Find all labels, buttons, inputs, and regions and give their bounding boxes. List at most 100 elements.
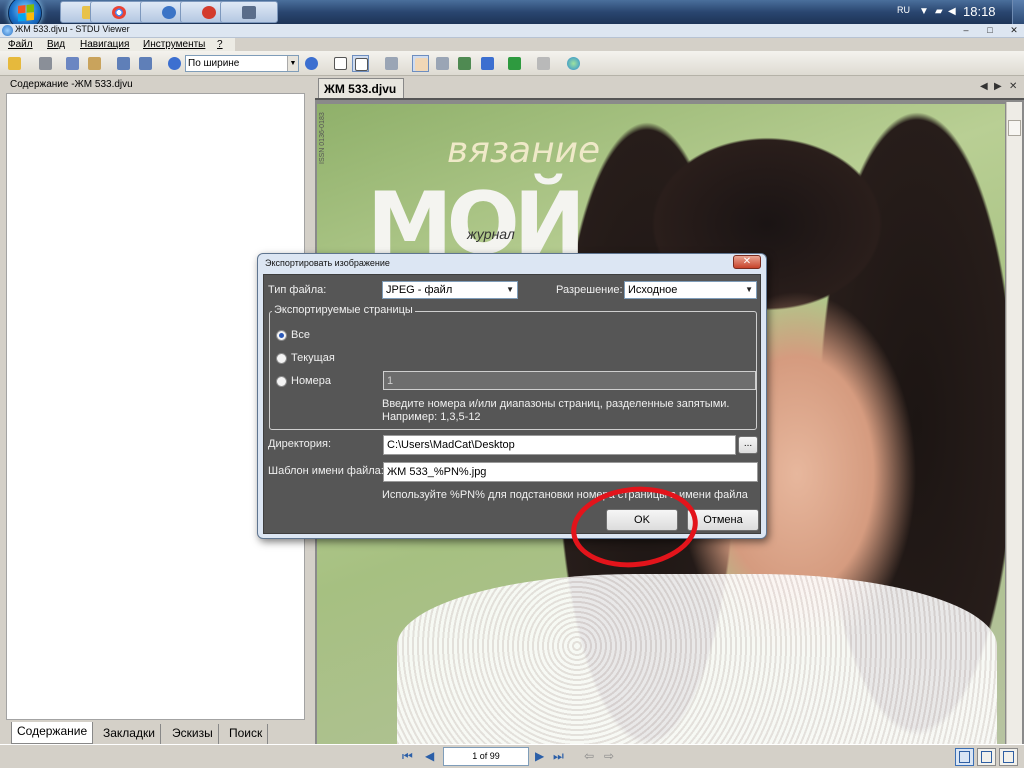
zoom-select[interactable]: По ширине ▼: [185, 55, 299, 72]
crop-icon: [436, 57, 449, 70]
close-button[interactable]: ✕: [1006, 25, 1022, 36]
document-tab-bar: ЖМ 533.djvu ◀ ▶ ✕: [309, 76, 1024, 98]
sync-button[interactable]: [506, 55, 523, 72]
vertical-scrollbar[interactable]: [1006, 102, 1022, 744]
tab-bookmarks[interactable]: Закладки: [98, 724, 161, 744]
dialog-close-button[interactable]: ✕: [733, 255, 761, 269]
radio-all-label[interactable]: Все: [291, 329, 310, 341]
rotate-left-button[interactable]: [115, 55, 132, 72]
previous-page-icon[interactable]: ◀: [425, 749, 434, 763]
clock[interactable]: 18:18: [963, 4, 996, 19]
menu-tools[interactable]: Инструменты: [143, 38, 205, 51]
contents-panel-title: Содержание -ЖМ 533.djvu: [10, 79, 133, 90]
copy-icon: [537, 57, 550, 70]
tab-scroll-right-icon[interactable]: ▶: [994, 81, 1002, 92]
back-icon[interactable]: ⇦: [584, 749, 594, 763]
show-desktop-button[interactable]: [1012, 0, 1024, 24]
tab-thumbnails[interactable]: Эскизы: [167, 724, 219, 744]
browse-button[interactable]: ...: [738, 436, 758, 454]
radio-current-label[interactable]: Текущая: [291, 352, 335, 364]
file-type-value: JPEG - файл: [386, 284, 453, 296]
contents-panel-header: Содержание -ЖМ 533.djvu: [0, 76, 309, 93]
resolution-select[interactable]: Исходное ▼: [624, 281, 757, 299]
file-type-select[interactable]: JPEG - файл ▼: [382, 281, 518, 299]
select-region-button[interactable]: [434, 55, 451, 72]
next-page-icon[interactable]: ▶: [535, 749, 544, 763]
radio-numbers[interactable]: [276, 376, 287, 387]
continuous-page-button[interactable]: [352, 55, 369, 72]
page-numbers-example: Например: 1,3,5-12: [382, 411, 481, 423]
page-numbers-input[interactable]: 1: [383, 371, 756, 390]
network-icon[interactable]: ▰: [935, 6, 943, 17]
hand-icon: [415, 58, 428, 71]
filename-template-input[interactable]: ЖМ 533_%PN%.jpg: [383, 462, 758, 482]
print-button[interactable]: [37, 55, 54, 72]
view-grid-button[interactable]: [977, 748, 996, 766]
tab-search[interactable]: Поиск: [224, 724, 269, 744]
volume-icon[interactable]: ◀: [948, 6, 956, 17]
view-fit-button[interactable]: [999, 748, 1018, 766]
fit-page-icon: [1003, 751, 1014, 763]
page-number-input[interactable]: 1 of 99: [443, 747, 529, 766]
last-page-icon[interactable]: ⏭: [553, 749, 564, 764]
cover-title-sub: журнал: [467, 226, 515, 242]
select-text-button[interactable]: [383, 55, 400, 72]
forward-icon[interactable]: ⇨: [604, 749, 614, 763]
file-type-label: Тип файла:: [268, 284, 327, 296]
tab-contents[interactable]: Содержание: [11, 722, 94, 744]
menu-file[interactable]: Файл: [8, 38, 33, 51]
chevron-down-icon: ▼: [745, 285, 753, 294]
menu-bar-empty: [235, 38, 1024, 51]
taskbar-button-app3[interactable]: [220, 1, 278, 23]
image-icon: [458, 57, 471, 70]
menu-help[interactable]: ?: [217, 38, 223, 51]
zoom-in-button[interactable]: [303, 55, 320, 72]
status-bar: ⏮ ◀ 1 of 99 ▶ ⏭ ⇦ ⇨: [0, 744, 1024, 768]
cancel-button[interactable]: Отмена: [687, 509, 759, 531]
website-button[interactable]: [565, 55, 582, 72]
language-indicator[interactable]: RU: [897, 5, 910, 15]
export-text-button[interactable]: [86, 55, 103, 72]
minimize-button[interactable]: –: [958, 25, 974, 36]
single-page-icon: [959, 751, 970, 763]
chevron-down-icon: ▼: [287, 56, 298, 71]
resolution-label: Разрешение:: [556, 284, 623, 296]
export-image-button[interactable]: [64, 55, 81, 72]
zoom-region-button[interactable]: [479, 55, 496, 72]
scrollbar-thumb[interactable]: [1008, 120, 1021, 136]
copy-button[interactable]: [535, 55, 552, 72]
open-button[interactable]: [6, 55, 23, 72]
zoom-out-button[interactable]: [166, 55, 183, 72]
first-page-icon[interactable]: ⏮: [402, 749, 413, 764]
tab-scroll-left-icon[interactable]: ◀: [980, 81, 988, 92]
rotate-right-button[interactable]: [137, 55, 154, 72]
page-numbers-hint: Введите номера и/или диапазоны страниц, …: [382, 398, 730, 410]
single-page-button[interactable]: [332, 55, 349, 72]
view-single-button[interactable]: [955, 748, 974, 766]
printer-icon: [39, 57, 52, 70]
maximize-button[interactable]: □: [982, 25, 998, 36]
directory-input[interactable]: C:\Users\MadCat\Desktop: [383, 435, 736, 455]
menu-view[interactable]: Вид: [47, 38, 65, 51]
filename-template-hint: Используйте %PN% для подстановки номера …: [382, 489, 748, 501]
zoom-out-icon: [168, 57, 181, 70]
document-tab[interactable]: ЖМ 533.djvu: [318, 78, 404, 98]
snapshot-button[interactable]: [456, 55, 473, 72]
cover-photo-lace: [397, 574, 997, 744]
radio-all[interactable]: [276, 330, 287, 341]
menu-navigation[interactable]: Навигация: [80, 38, 129, 51]
close-document-icon[interactable]: ✕: [1009, 81, 1017, 92]
export-text-icon: [88, 57, 101, 70]
grid-icon: [981, 751, 992, 763]
radio-numbers-label[interactable]: Номера: [291, 375, 331, 387]
filename-template-label: Шаблон имени файла:: [268, 465, 384, 477]
continuous-page-icon: [355, 58, 368, 71]
hand-tool-button[interactable]: [412, 55, 429, 72]
pages-group-label: Экспортируемые страницы: [272, 304, 415, 316]
rotate-right-icon: [139, 57, 152, 70]
folder-open-icon: [8, 57, 21, 70]
tray-expand-icon[interactable]: ▼: [919, 6, 929, 17]
globe-icon: [567, 57, 580, 70]
radio-current[interactable]: [276, 353, 287, 364]
zoom-in-icon: [305, 57, 318, 70]
